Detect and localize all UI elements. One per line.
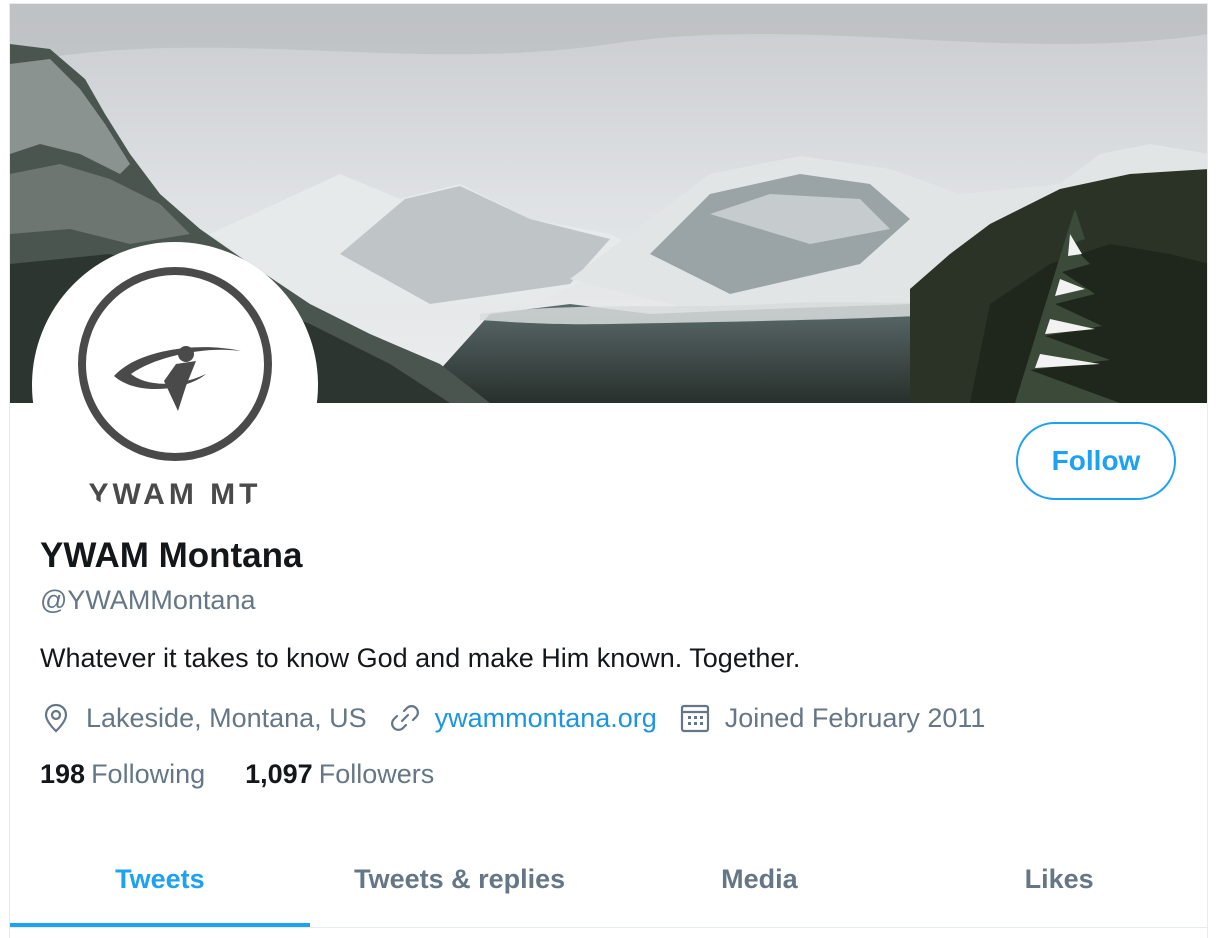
- tab-tweets[interactable]: Tweets: [10, 832, 310, 927]
- profile-name: YWAM Montana: [40, 536, 303, 575]
- website-link[interactable]: ywammontana.org: [435, 703, 657, 734]
- profile-meta: Lakeside, Montana, US ywammontana.org Jo…: [40, 700, 1007, 736]
- calendar-icon: [679, 702, 711, 734]
- profile-stats: 198 Following 1,097 Followers: [40, 759, 474, 790]
- link-icon: [389, 702, 421, 734]
- profile-bio: Whatever it takes to know God and make H…: [40, 643, 801, 673]
- profile-card: YWAM MT Follow YWAM Montana @YWAMMontana…: [9, 3, 1208, 938]
- following-count: 198: [40, 759, 86, 789]
- following-stat[interactable]: 198 Following: [40, 759, 205, 790]
- followers-count: 1,097: [245, 759, 313, 789]
- location-text: Lakeside, Montana, US: [86, 702, 367, 733]
- profile-location: Lakeside, Montana, US: [40, 702, 367, 734]
- profile-avatar[interactable]: YWAM MT: [32, 242, 318, 528]
- follow-button[interactable]: Follow: [1016, 422, 1176, 500]
- tab-media[interactable]: Media: [610, 832, 910, 927]
- tab-tweets-replies[interactable]: Tweets & replies: [310, 832, 610, 927]
- tabs-divider: [10, 927, 1207, 928]
- location-pin-icon: [40, 702, 72, 734]
- joined-text: Joined February 2011: [724, 702, 986, 733]
- following-label: Following: [91, 759, 206, 789]
- avatar-logo-text: YWAM MT: [89, 478, 262, 511]
- tab-likes[interactable]: Likes: [909, 832, 1207, 927]
- profile-website[interactable]: ywammontana.org: [389, 702, 657, 734]
- profile-tabs: Tweets Tweets & replies Media Likes: [10, 832, 1207, 927]
- profile-joined: Joined February 2011: [679, 702, 986, 734]
- followers-label: Followers: [318, 759, 435, 789]
- followers-stat[interactable]: 1,097 Followers: [245, 759, 434, 790]
- profile-handle: @YWAMMontana: [40, 585, 256, 615]
